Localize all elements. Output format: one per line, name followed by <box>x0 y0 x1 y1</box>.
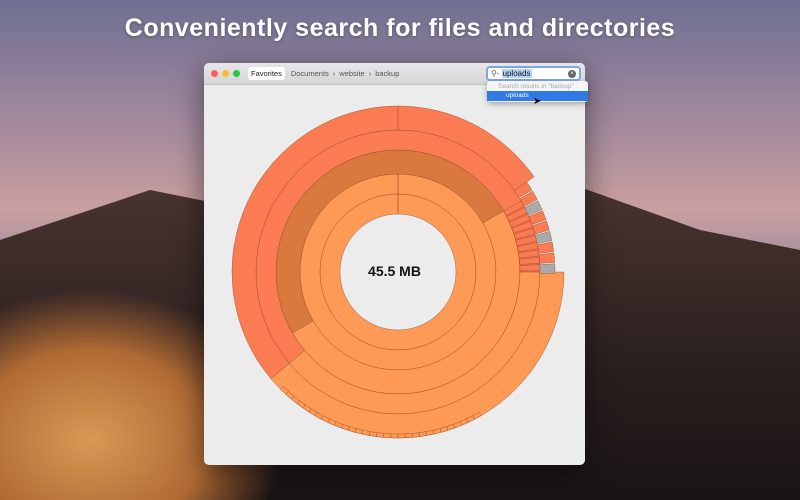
breadcrumb-documents[interactable]: Documents <box>291 69 329 78</box>
search-results-header: Search results in "backup" <box>498 83 574 90</box>
headline: Conveniently search for files and direct… <box>124 14 676 42</box>
breadcrumb-website[interactable]: website <box>339 69 364 78</box>
minimize-button[interactable] <box>222 70 229 77</box>
sunburst-segment[interactable] <box>418 431 428 437</box>
breadcrumb-backup[interactable]: backup <box>375 69 399 78</box>
total-size: 45.5 MB <box>368 263 421 279</box>
sunburst-segment[interactable] <box>390 433 399 439</box>
search-value[interactable]: uploads <box>501 69 532 78</box>
sunburst-segment[interactable] <box>383 433 392 439</box>
breadcrumb-separator: › <box>332 69 336 78</box>
search-input[interactable]: ⚲ - uploads × <box>486 66 581 81</box>
clear-search-icon[interactable]: × <box>568 69 576 78</box>
breadcrumb: Documents › website › backup <box>291 69 400 78</box>
search-scope-chevron: - <box>496 69 500 78</box>
sunburst-segment[interactable] <box>397 433 406 439</box>
favorites-button[interactable]: Favorites <box>248 67 285 80</box>
sunburst-segment[interactable] <box>537 241 554 254</box>
sunburst-segment[interactable] <box>538 252 555 264</box>
sunburst-segment[interactable] <box>368 431 378 437</box>
zoom-button[interactable] <box>233 70 240 77</box>
breadcrumb-separator: › <box>368 69 372 78</box>
sunburst-segment[interactable] <box>376 432 385 438</box>
sunburst-segment[interactable] <box>411 432 420 438</box>
close-button[interactable] <box>211 70 218 77</box>
app-window: Favorites Documents › website › backup ⚲… <box>204 63 585 465</box>
sunburst-segment[interactable] <box>404 433 413 439</box>
mouse-cursor-icon: ➤ <box>533 96 542 107</box>
